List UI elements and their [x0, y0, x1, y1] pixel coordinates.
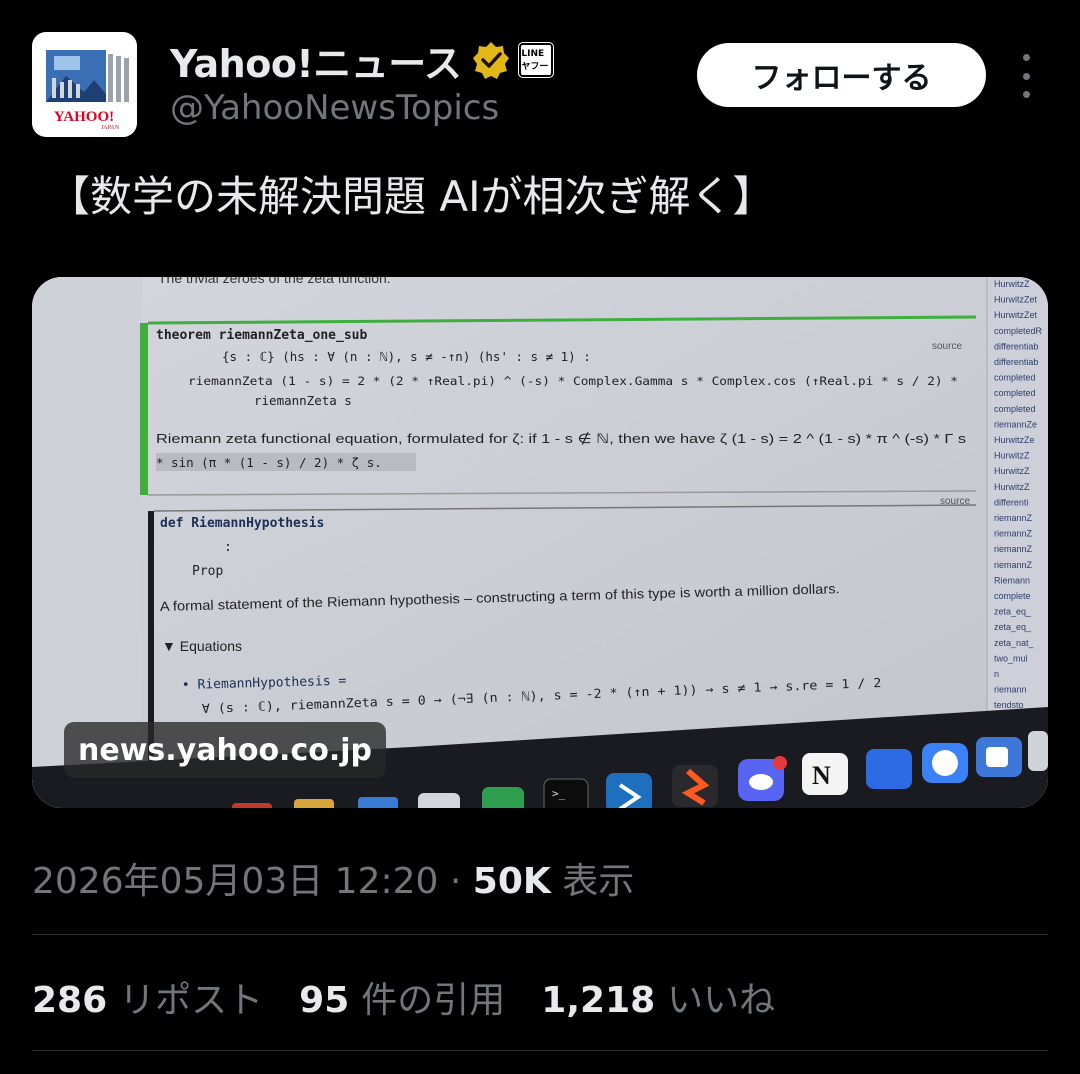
sidebar-entry: HurwitzZet — [994, 310, 1038, 320]
theorem-desc: Riemann zeta functional equation, formul… — [156, 431, 967, 446]
svg-text:>_: >_ — [552, 787, 566, 800]
avatar[interactable]: YAHOO! JAPAN — [32, 32, 137, 137]
avatar-logo-subtext: JAPAN — [101, 125, 120, 131]
verified-badge-icon — [473, 42, 510, 79]
equations-label: ▼ Equations — [162, 638, 242, 654]
screen-top-line: The trivial zeroes of the zeta function. — [158, 277, 391, 286]
follow-button[interactable]: フォローする — [697, 43, 986, 107]
sidebar-entry: completed — [994, 388, 1036, 398]
sidebar-entry: complete — [994, 591, 1031, 601]
sidebar-entry: riemannZ — [994, 513, 1033, 523]
reposts-count: 286 — [32, 980, 108, 1021]
sidebar-entry: HurwitzZet — [994, 295, 1038, 305]
sidebar-entry: riemannZ — [994, 560, 1033, 570]
screen-sidebar: HurwitzZ HurwitzZet HurwitzZet completedR di… — [986, 277, 1048, 737]
sidebar-entry: HurwitzZ — [994, 466, 1030, 476]
theorem-args: {s : ℂ} (hs : ∀ (n : ℕ), s ≠ -↑n) (hs' :… — [222, 349, 591, 364]
views-count: 50K — [472, 861, 551, 902]
sidebar-entry: differentiab — [994, 341, 1038, 351]
meta-separator: · — [438, 861, 473, 902]
affiliate-badge-icon[interactable]: LINEヤフー — [518, 42, 555, 78]
engagement-stats: 286 リポスト 95 件の引用 1,218 いいね — [32, 971, 775, 1023]
def-colon: : — [224, 540, 232, 555]
svg-text:N: N — [812, 761, 831, 790]
divider — [32, 934, 1048, 935]
theorem-body: riemannZeta (1 - s) = 2 * (2 * ↑Real.pi)… — [188, 374, 958, 388]
name-row: Yahoo!ニュース LINEヤフー — [170, 33, 555, 88]
tweet-header: YAHOO! JAPAN Yahoo!ニュース LINEヤフー @YahooNe… — [32, 32, 1048, 142]
theorem-label: theorem riemannZeta_one_sub — [156, 328, 367, 343]
source-label-1: source — [932, 341, 962, 352]
views-label: 表示 — [562, 861, 635, 902]
theorem-body-2: riemannZeta s — [254, 393, 352, 408]
sidebar-entry: riemannZ — [994, 544, 1033, 554]
timestamp[interactable]: 2026年05月03日 12:20 — [32, 861, 438, 902]
sidebar-entry: two_mul — [994, 653, 1028, 663]
handle[interactable]: @YahooNewsTopics — [170, 88, 499, 128]
sidebar-entry: HurwitzZ — [994, 451, 1030, 461]
sidebar-entry: n — [994, 669, 999, 679]
likes-label: いいね — [667, 980, 776, 1021]
def-label: def RiemannHypothesis — [160, 516, 324, 531]
avatar-logo-text: YAHOO! — [54, 109, 114, 125]
sidebar-entry: HurwitzZe — [994, 435, 1035, 445]
def-type: Prop — [192, 564, 223, 579]
media-image[interactable]: The trivial zeroes of the zeta function.… — [32, 277, 1048, 808]
sidebar-entry: riemann — [994, 685, 1027, 695]
quotes-count: 95 — [299, 980, 350, 1021]
quotes-stat[interactable]: 95 件の引用 — [299, 971, 505, 1023]
sidebar-entry: HurwitzZ — [994, 482, 1030, 492]
sidebar-entry: completed — [994, 404, 1036, 414]
sidebar-entry: HurwitzZ — [994, 279, 1030, 289]
sidebar-entry: zeta_nat_ — [994, 638, 1035, 648]
sidebar-entry: differentiab — [994, 357, 1038, 367]
likes-stat[interactable]: 1,218 いいね — [541, 971, 775, 1023]
more-options-icon[interactable] — [1013, 54, 1039, 98]
theorem-desc-2: * sin (π * (1 - s) / 2) * ζ s. — [156, 455, 382, 470]
reposts-stat[interactable]: 286 リポスト — [32, 971, 263, 1023]
sidebar-entry: completedR — [994, 326, 1043, 336]
sidebar-entry: Riemann — [994, 575, 1030, 585]
sidebar-entry: zeta_eq_ — [994, 622, 1032, 632]
divider — [32, 1050, 1048, 1051]
tweet-meta: 2026年05月03日 12:20 · 50K 表示 — [32, 852, 634, 904]
sidebar-entry: completed — [994, 373, 1036, 383]
sidebar-entry: zeta_eq_ — [994, 607, 1032, 617]
sidebar-entry: riemannZe — [994, 419, 1037, 429]
reposts-label: リポスト — [119, 980, 264, 1021]
tweet-text: 【数学の未解決問題 AIが相次ぎ解く】 — [48, 172, 775, 221]
sidebar-entry: differenti — [994, 497, 1028, 507]
quotes-label: 件の引用 — [361, 980, 506, 1021]
likes-count: 1,218 — [541, 980, 656, 1021]
sidebar-entry: riemannZ — [994, 529, 1033, 539]
display-name[interactable]: Yahoo!ニュース — [170, 33, 462, 88]
link-domain-badge[interactable]: news.yahoo.co.jp — [64, 722, 386, 778]
